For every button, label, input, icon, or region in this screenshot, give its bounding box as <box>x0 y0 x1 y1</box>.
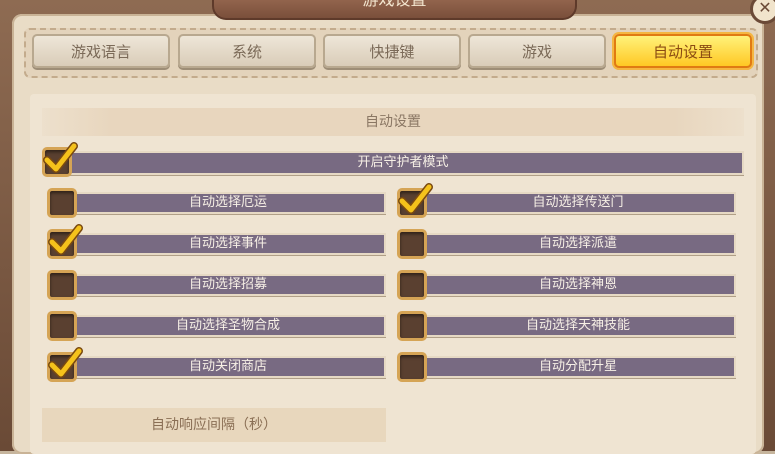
option-label: 自动选择天神技能 <box>420 315 736 337</box>
option-checkbox-doom[interactable] <box>47 188 77 218</box>
tab-hotkeys[interactable]: 快捷键 <box>323 34 461 68</box>
option-label: 自动分配升星 <box>420 356 736 378</box>
checkmark-icon <box>48 347 83 378</box>
tab-game[interactable]: 游戏 <box>468 34 606 68</box>
tab-system[interactable]: 系统 <box>178 34 316 68</box>
section-header: 自动设置 <box>42 108 744 136</box>
option-label: 自动关闭商店 <box>70 356 386 378</box>
response-interval-header: 自动响应间隔（秒） <box>42 408 386 442</box>
option-label: 自动选择圣物合成 <box>70 315 386 337</box>
option-label: 自动选择厄运 <box>70 192 386 214</box>
checkmark-icon <box>398 183 433 214</box>
option-checkbox-divine-grace[interactable] <box>397 270 427 300</box>
option-checkbox-god-skill[interactable] <box>397 311 427 341</box>
option-label: 自动选择招募 <box>70 274 386 296</box>
option-checkbox-star-upgrade[interactable] <box>397 352 427 382</box>
option-checkbox-relic-synthesis[interactable] <box>47 311 77 341</box>
option-label: 自动选择神恩 <box>420 274 736 296</box>
option-label: 自动选择传送门 <box>420 192 736 214</box>
checkmark-icon <box>43 142 78 173</box>
window-title: 游戏设置 <box>212 0 577 20</box>
option-checkbox-close-shop[interactable] <box>47 347 83 382</box>
option-label: 自动选择事件 <box>70 233 386 255</box>
checkmark-icon <box>48 224 83 255</box>
option-checkbox-portal[interactable] <box>397 183 433 218</box>
option-checkbox-event[interactable] <box>47 224 83 259</box>
option-label: 自动选择派遣 <box>420 233 736 255</box>
guardian-mode-checkbox[interactable] <box>42 142 78 177</box>
tab-game-language[interactable]: 游戏语言 <box>32 34 170 68</box>
option-checkbox-dispatch[interactable] <box>397 229 427 259</box>
guardian-mode-label: 开启守护者模式 <box>62 151 744 175</box>
tab-auto-settings[interactable]: 自动设置 <box>614 34 752 68</box>
option-checkbox-recruit[interactable] <box>47 270 77 300</box>
